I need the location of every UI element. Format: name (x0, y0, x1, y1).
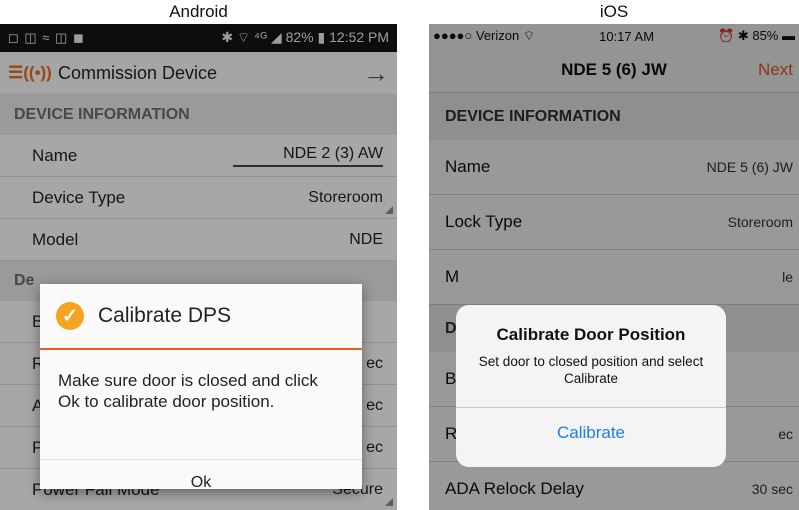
calibrate-dps-dialog: ✓ Calibrate DPS Make sure door is closed… (40, 284, 362, 491)
calibrate-button[interactable]: Calibrate (456, 407, 726, 458)
alert-message: Set door to closed position and select C… (478, 354, 704, 386)
dialog-title: Calibrate DPS (98, 304, 232, 327)
dialog-message: Make sure door is closed and click Ok to… (58, 371, 318, 411)
android-screen: ◻ ◫ ≈ ◫ ◼ ✱ ⌔ ⁴ᴳ ◢ 82% ▮ 12:52 PM ☰((•))… (0, 24, 397, 510)
android-caption: Android (169, 2, 228, 21)
check-circle-icon: ✓ (56, 302, 84, 330)
ok-button[interactable]: Ok (40, 459, 362, 505)
ios-screen: ●●●●○ Verizon ⌔ 10:17 AM ⏰ ✱ 85% ▬ NDE 5… (429, 24, 799, 510)
alert-title: Calibrate Door Position (496, 325, 686, 344)
calibrate-door-alert: Calibrate Door Position Set door to clos… (456, 305, 726, 467)
ios-caption: iOS (599, 2, 629, 21)
dialog-header: ✓ Calibrate DPS (40, 284, 362, 350)
